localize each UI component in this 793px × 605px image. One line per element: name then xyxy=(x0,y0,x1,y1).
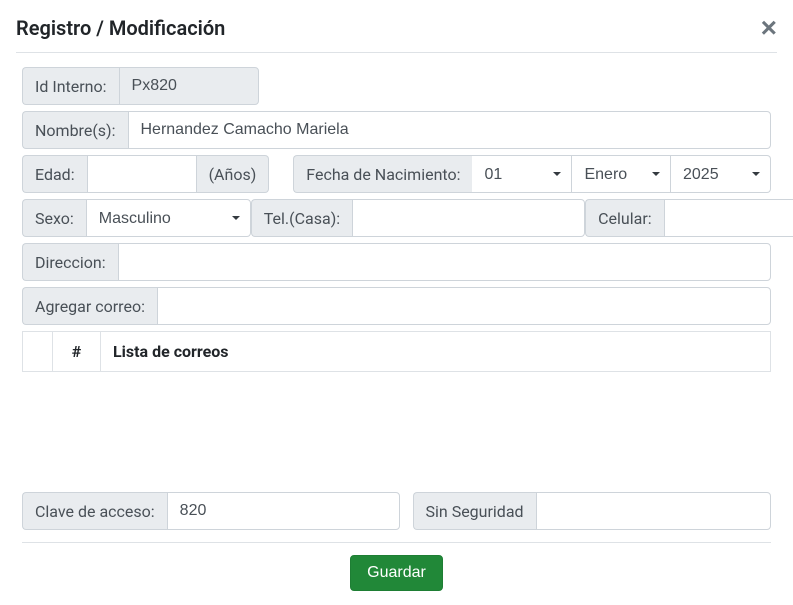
edad-label: Edad: xyxy=(22,155,87,193)
footer-divider xyxy=(22,542,771,543)
table-col-num: # xyxy=(53,332,101,372)
celular-input[interactable] xyxy=(664,199,793,237)
sexo-select[interactable]: Masculino xyxy=(86,199,251,237)
tel-casa-group: Tel.(Casa): xyxy=(251,199,585,237)
id-interno-label: Id Interno: xyxy=(22,67,119,105)
sexo-group: Sexo: Masculino xyxy=(22,199,251,237)
modal-header: Registro / Modificación × xyxy=(16,14,777,53)
edad-input[interactable] xyxy=(87,155,197,193)
agregar-correo-label: Agregar correo: xyxy=(22,287,157,325)
nombres-input[interactable] xyxy=(128,111,772,149)
guardar-button[interactable]: Guardar xyxy=(350,555,443,591)
fecha-label: Fecha de Nacimiento: xyxy=(293,155,472,193)
clave-label: Clave de acceso: xyxy=(22,492,167,530)
sin-seguridad-label: Sin Seguridad xyxy=(413,492,536,530)
table-header-row: # Lista de correos xyxy=(23,332,771,372)
form-body: Id Interno: Nombre(s): Edad: (Años) Fech… xyxy=(16,67,777,591)
tel-casa-label: Tel.(Casa): xyxy=(251,199,352,237)
fecha-group: Fecha de Nacimiento: 01 Enero 2025 xyxy=(293,155,771,193)
celular-label: Celular: xyxy=(585,199,664,237)
celular-group: Celular: xyxy=(585,199,793,237)
mes-select[interactable]: Enero xyxy=(572,155,671,193)
dia-select[interactable]: 01 xyxy=(472,155,572,193)
tel-casa-input[interactable] xyxy=(352,199,585,237)
nombres-label: Nombre(s): xyxy=(22,111,128,149)
clave-group: Clave de acceso: xyxy=(22,492,397,530)
modal-dialog: Registro / Modificación × Id Interno: No… xyxy=(0,0,793,605)
nombres-group: Nombre(s): xyxy=(22,111,771,149)
direccion-input[interactable] xyxy=(118,243,771,281)
close-icon: × xyxy=(761,12,777,43)
id-interno-group: Id Interno: xyxy=(22,67,259,105)
modal-title: Registro / Modificación xyxy=(16,16,225,40)
sexo-label: Sexo: xyxy=(22,199,86,237)
seguridad-group: Sin Seguridad xyxy=(413,492,772,530)
table-col-blank xyxy=(23,332,53,372)
correo-input[interactable] xyxy=(157,287,771,325)
close-button[interactable]: × xyxy=(761,14,777,42)
edad-group: Edad: (Años) xyxy=(22,155,269,193)
correo-group: Agregar correo: xyxy=(22,287,771,325)
direccion-label: Direccion: xyxy=(22,243,118,281)
seguridad-input[interactable] xyxy=(536,492,771,530)
anio-select[interactable]: 2025 xyxy=(671,155,771,193)
table-col-lista: Lista de correos xyxy=(101,332,771,372)
direccion-group: Direccion: xyxy=(22,243,771,281)
correos-table: # Lista de correos xyxy=(22,331,771,372)
id-interno-input xyxy=(119,67,259,105)
clave-input[interactable] xyxy=(167,492,400,530)
anos-label: (Años) xyxy=(197,155,270,193)
